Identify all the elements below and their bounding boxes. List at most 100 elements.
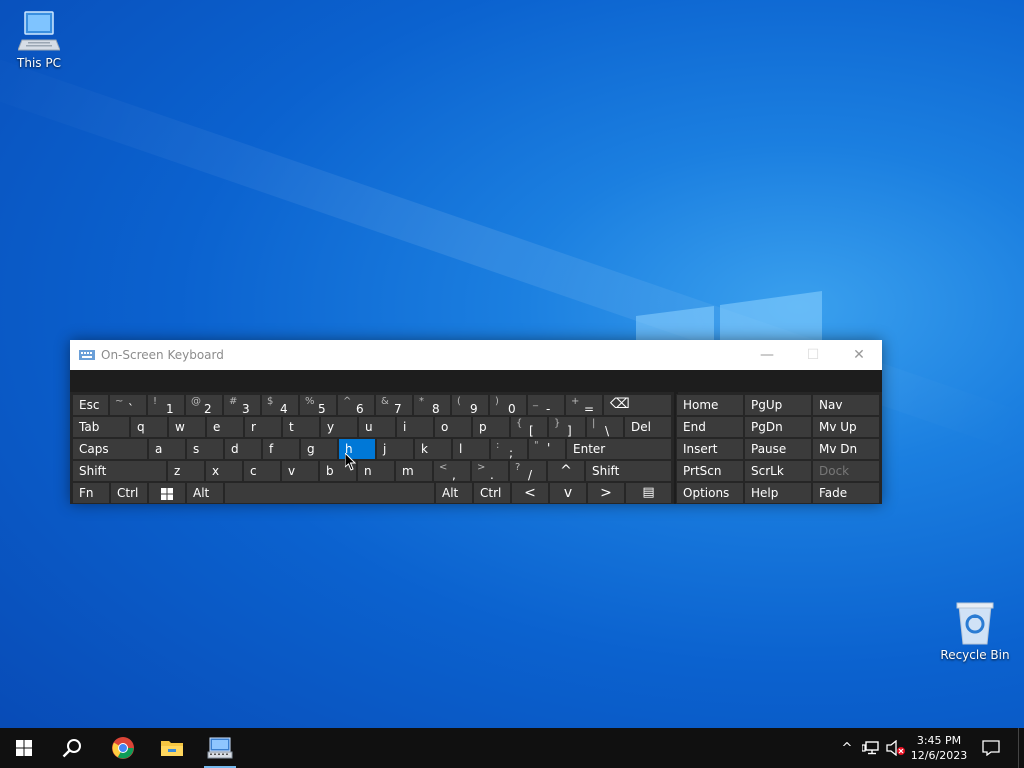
key-caps[interactable]: Caps: [72, 438, 148, 460]
key-scrlk[interactable]: ScrLk: [744, 460, 812, 482]
key-c[interactable]: c: [243, 460, 281, 482]
key-right-alt[interactable]: Alt: [435, 482, 473, 504]
start-button[interactable]: [0, 728, 48, 768]
key-u[interactable]: u: [358, 416, 396, 438]
key-nav[interactable]: Nav: [812, 394, 880, 416]
osk-title-bar[interactable]: On-Screen Keyboard — ☐ ✕: [70, 340, 882, 370]
key-h[interactable]: h: [338, 438, 376, 460]
key-home[interactable]: Home: [676, 394, 744, 416]
maximize-button[interactable]: ☐: [790, 340, 836, 370]
chrome-taskbar-button[interactable]: [99, 728, 147, 768]
key-d[interactable]: d: [224, 438, 262, 460]
key-label: d: [231, 442, 239, 456]
key-period[interactable]: >.: [471, 460, 509, 482]
key-l[interactable]: l: [452, 438, 490, 460]
key-4[interactable]: $4: [261, 394, 299, 416]
volume-tray-button[interactable]: [884, 728, 908, 768]
key-7[interactable]: & 7: [375, 394, 413, 416]
key-left-shift[interactable]: Shift: [72, 460, 167, 482]
key-q[interactable]: q: [130, 416, 168, 438]
key-left-alt[interactable]: Alt: [186, 482, 224, 504]
key-pause[interactable]: Pause: [744, 438, 812, 460]
key-left-ctrl[interactable]: Ctrl: [110, 482, 148, 504]
key-backslash[interactable]: | \: [586, 416, 624, 438]
minimize-button[interactable]: —: [744, 340, 790, 370]
key-v[interactable]: v: [281, 460, 319, 482]
key-esc[interactable]: Esc: [72, 394, 109, 416]
key-n[interactable]: n: [357, 460, 395, 482]
key-r[interactable]: r: [244, 416, 282, 438]
clock-button[interactable]: 3:45 PM 12/6/2023: [910, 728, 968, 768]
action-center-button[interactable]: [976, 728, 1006, 768]
key-tilde[interactable]: ~ `: [109, 394, 147, 416]
key-left-bracket[interactable]: {[: [510, 416, 548, 438]
key-equals[interactable]: + =: [565, 394, 603, 416]
key-enter[interactable]: Enter: [566, 438, 672, 460]
key-right-ctrl[interactable]: Ctrl: [473, 482, 511, 504]
desktop-icon-this-pc[interactable]: This PC: [4, 10, 74, 70]
key-end[interactable]: End: [676, 416, 744, 438]
key-6[interactable]: ^ 6: [337, 394, 375, 416]
key-p[interactable]: p: [472, 416, 510, 438]
key-del[interactable]: Del: [624, 416, 672, 438]
key-0[interactable]: ) 0: [489, 394, 527, 416]
key-pgdn[interactable]: PgDn: [744, 416, 812, 438]
key-tab[interactable]: Tab: [72, 416, 130, 438]
key-space[interactable]: [224, 482, 435, 504]
desktop-icon-recycle-bin[interactable]: Recycle Bin: [940, 602, 1010, 662]
key-left-arrow[interactable]: <: [511, 482, 549, 504]
key-right-bracket[interactable]: }]: [548, 416, 586, 438]
key-slash[interactable]: ? /: [509, 460, 547, 482]
key-1[interactable]: ! 1: [147, 394, 185, 416]
key-down-arrow[interactable]: v: [549, 482, 587, 504]
key-semicolon[interactable]: :;: [490, 438, 528, 460]
file-explorer-taskbar-button[interactable]: [148, 728, 196, 768]
on-screen-keyboard-taskbar-button[interactable]: [198, 728, 242, 768]
key-5[interactable]: % 5: [299, 394, 337, 416]
key-fade[interactable]: Fade: [812, 482, 880, 504]
key-backspace[interactable]: ⌫: [603, 394, 672, 416]
key-x[interactable]: x: [205, 460, 243, 482]
key-right-arrow[interactable]: >: [587, 482, 625, 504]
key-3[interactable]: #3: [223, 394, 261, 416]
key-a[interactable]: a: [148, 438, 186, 460]
key-2[interactable]: @2: [185, 394, 223, 416]
key-f[interactable]: f: [262, 438, 300, 460]
key-z[interactable]: z: [167, 460, 205, 482]
key-comma[interactable]: <,: [433, 460, 471, 482]
key-w[interactable]: w: [168, 416, 206, 438]
key-g[interactable]: g: [300, 438, 338, 460]
key-o[interactable]: o: [434, 416, 472, 438]
key-label: Ctrl: [117, 486, 139, 500]
key-y[interactable]: y: [320, 416, 358, 438]
key-quote[interactable]: " ': [528, 438, 566, 460]
key-help[interactable]: Help: [744, 482, 812, 504]
key-m[interactable]: m: [395, 460, 433, 482]
close-button[interactable]: ✕: [836, 340, 882, 370]
key-pgup[interactable]: PgUp: [744, 394, 812, 416]
key-mv-up[interactable]: Mv Up: [812, 416, 880, 438]
key-mv-dn[interactable]: Mv Dn: [812, 438, 880, 460]
key-label: PrtScn: [683, 464, 722, 478]
key-t[interactable]: t: [282, 416, 320, 438]
key-windows[interactable]: [148, 482, 186, 504]
key-8[interactable]: * 8: [413, 394, 451, 416]
show-desktop-button[interactable]: [1018, 728, 1024, 768]
key-menu[interactable]: ▤: [625, 482, 672, 504]
key-e[interactable]: e: [206, 416, 244, 438]
network-tray-button[interactable]: [860, 728, 882, 768]
key-9[interactable]: (9: [451, 394, 489, 416]
key-fn[interactable]: Fn: [72, 482, 110, 504]
key-k[interactable]: k: [414, 438, 452, 460]
key-right-shift[interactable]: Shift: [585, 460, 672, 482]
key-options[interactable]: Options: [676, 482, 744, 504]
key-prtscn[interactable]: PrtScn: [676, 460, 744, 482]
key-i[interactable]: i: [396, 416, 434, 438]
key-minus[interactable]: _ -: [527, 394, 565, 416]
key-up-arrow[interactable]: ^: [547, 460, 585, 482]
search-button[interactable]: [48, 728, 96, 768]
key-s[interactable]: s: [186, 438, 224, 460]
key-insert[interactable]: Insert: [676, 438, 744, 460]
key-j[interactable]: j: [376, 438, 414, 460]
show-hidden-icons-button[interactable]: ^: [838, 728, 856, 768]
